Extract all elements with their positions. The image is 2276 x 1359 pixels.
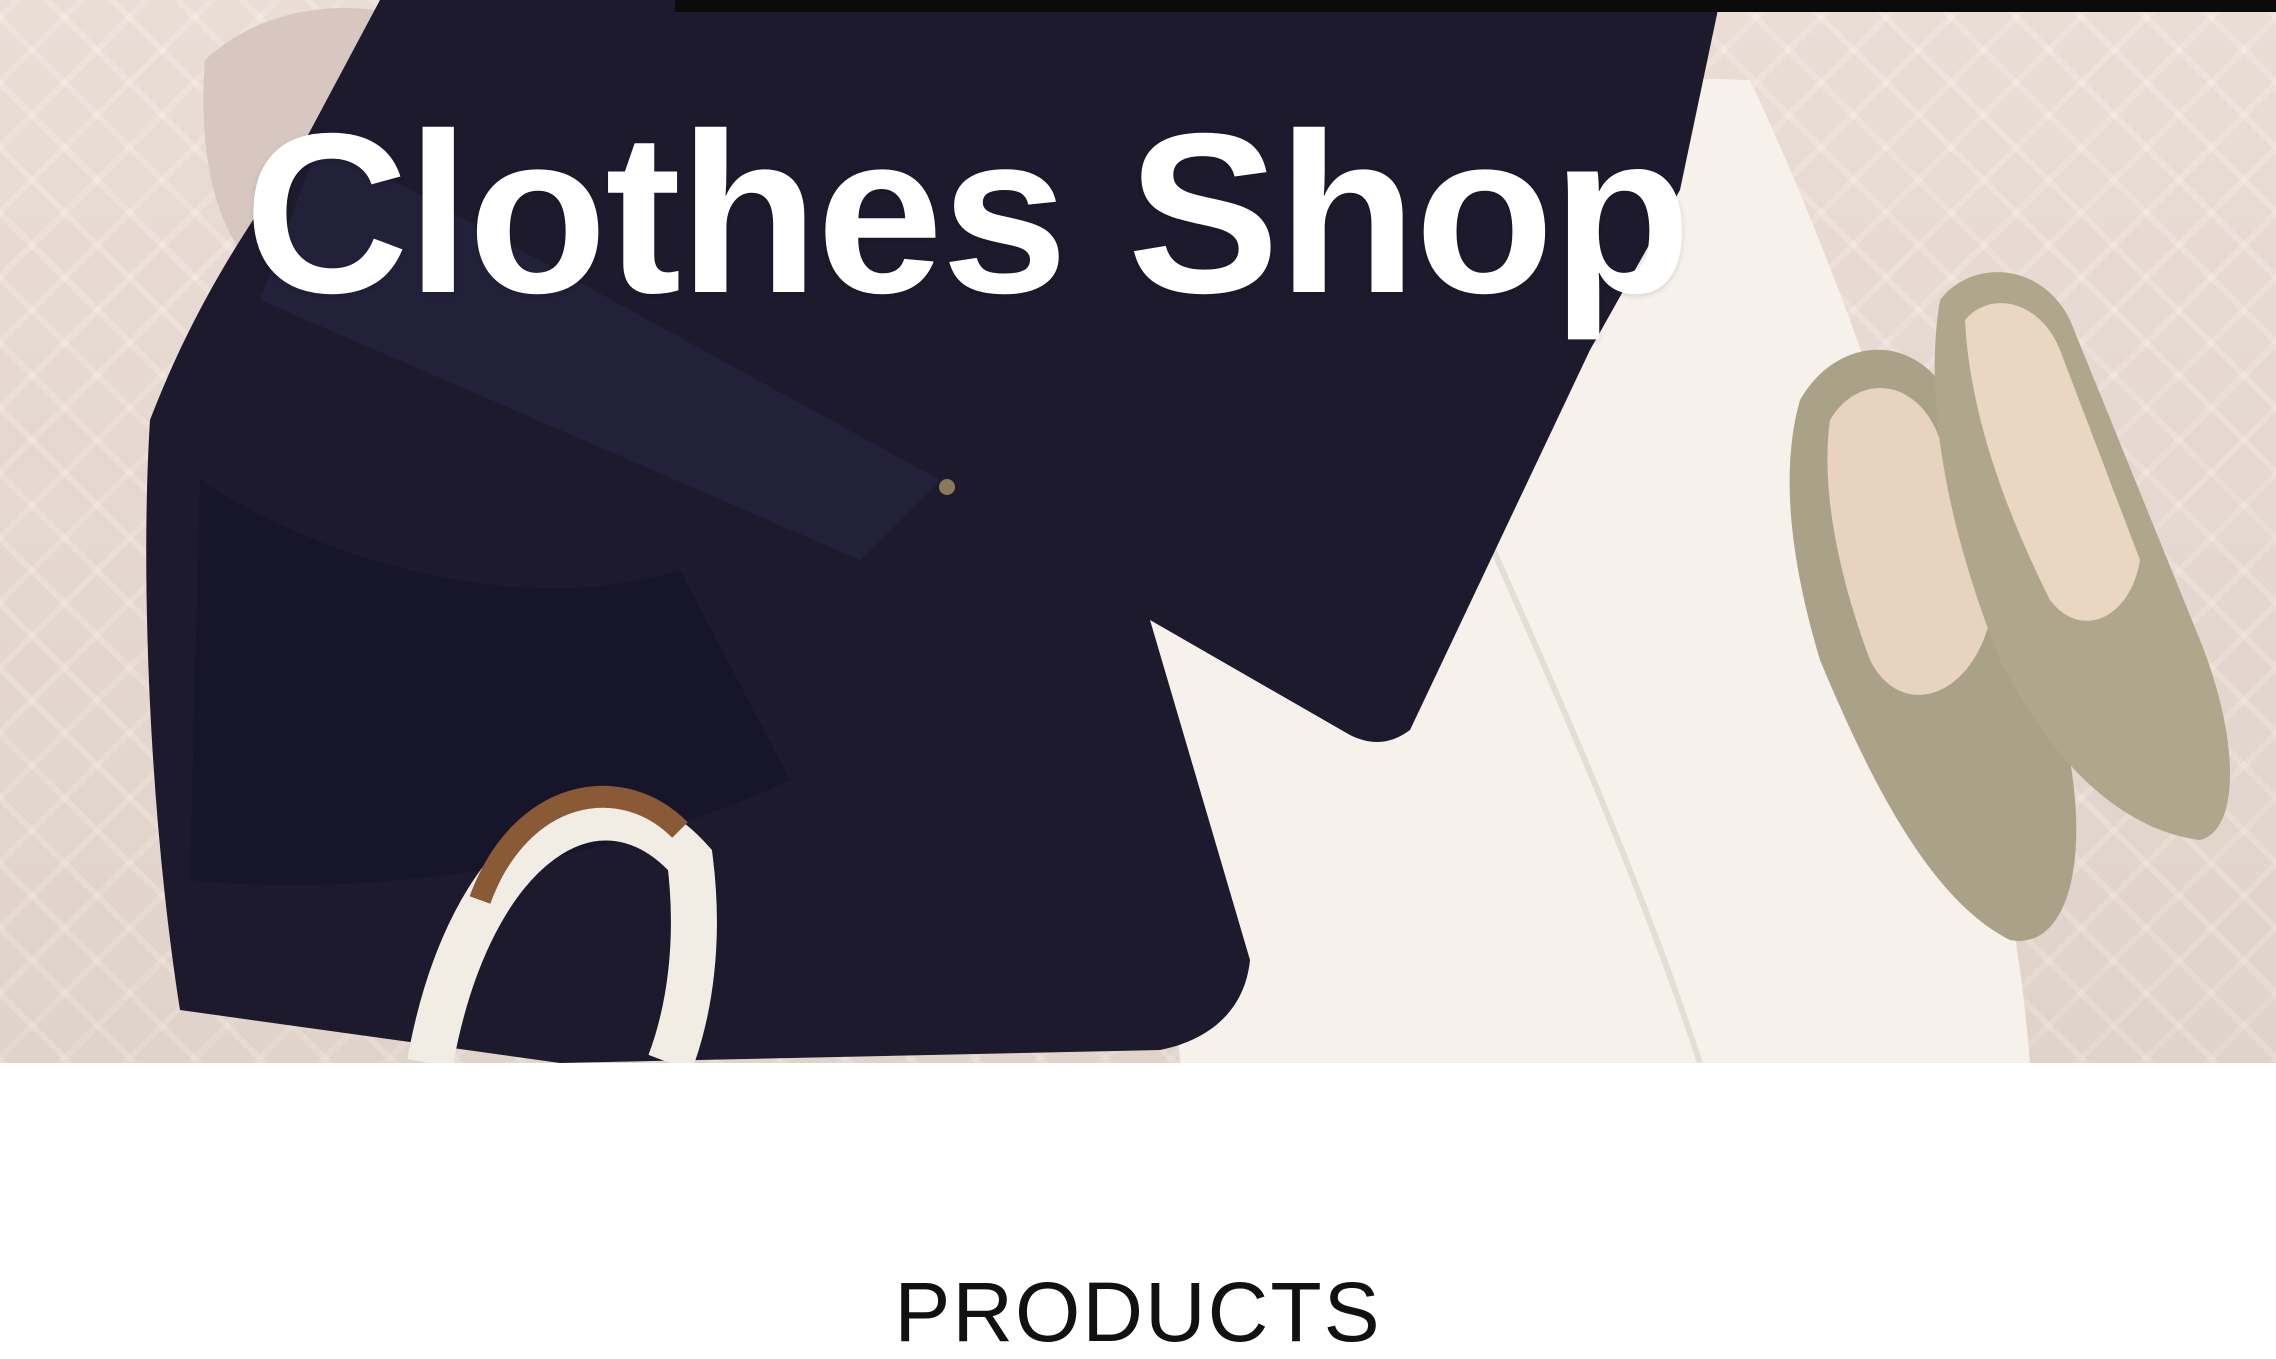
- top-bar: [675, 0, 2276, 12]
- hero-title: Clothes Shop: [244, 87, 1691, 341]
- hero-banner: Clothes Shop: [0, 0, 2276, 1063]
- products-heading: PRODUCTS: [894, 1265, 1382, 1359]
- jacket-button: [939, 479, 955, 495]
